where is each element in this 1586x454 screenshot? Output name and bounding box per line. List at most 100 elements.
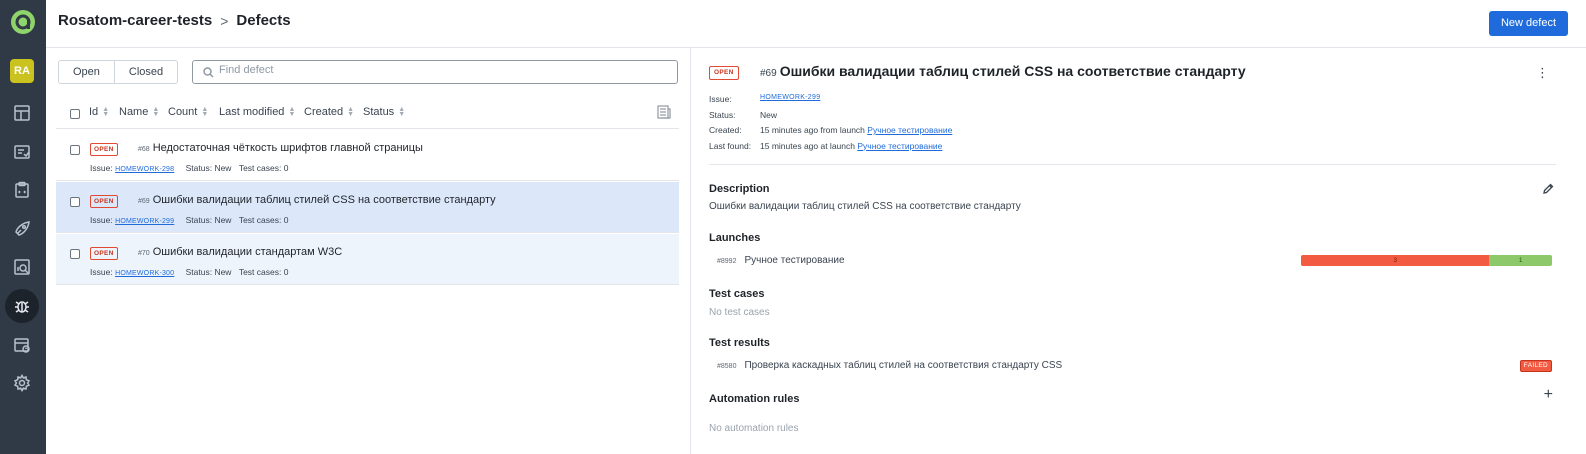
- prop-last-found-label: Last found:: [709, 140, 752, 151]
- page-title: Defects: [236, 12, 291, 29]
- sort-icon: ▲ ▼: [102, 106, 110, 118]
- description-title: Description: [709, 183, 770, 195]
- row-meta: Issue: HOMEWORK-299 Status: New Test cas…: [90, 215, 288, 225]
- test-cases-title: Test cases: [709, 288, 765, 300]
- defect-title: #69 Ошибки валидации таблиц стилей CSS на…: [760, 63, 1246, 79]
- sort-icon: ▲ ▼: [152, 106, 160, 118]
- table-row[interactable]: OPEN #68 Недостаточная чёткость шрифтов г…: [56, 130, 679, 181]
- sort-icon: ▲ ▼: [288, 106, 296, 118]
- row-test-cases: Test cases: 0: [238, 215, 289, 225]
- search-input[interactable]: [219, 64, 659, 76]
- status-badge: OPEN: [90, 247, 118, 260]
- test-result-name: Проверка каскадных таблиц стилей на соот…: [744, 360, 1063, 371]
- breadcrumb-project[interactable]: Rosatom-career-tests: [58, 12, 212, 29]
- select-all-checkbox[interactable]: [70, 109, 80, 119]
- row-meta: Issue: HOMEWORK-298 Status: New Test cas…: [90, 163, 288, 173]
- issue-link[interactable]: HOMEWORK-299: [760, 94, 820, 110]
- column-last-modified[interactable]: Last modified ▲ ▼: [219, 106, 295, 118]
- row-checkbox[interactable]: [70, 145, 80, 155]
- test-cases-icon[interactable]: [5, 173, 39, 207]
- launch-result-bar: 3 1: [1301, 255, 1552, 266]
- row-title[interactable]: #68 Недостаточная чёткость шрифтов главно…: [138, 142, 423, 154]
- status-badge: OPEN: [709, 66, 739, 80]
- more-actions-icon[interactable]: ⋮: [1536, 65, 1549, 81]
- filter-open-button[interactable]: Open: [59, 61, 114, 83]
- sort-icon: ▲ ▼: [347, 106, 355, 118]
- column-label: Last modified: [219, 106, 285, 118]
- breadcrumb: Rosatom-career-tests > Defects: [58, 12, 291, 29]
- issue-link[interactable]: HOMEWORK-300: [115, 270, 174, 277]
- row-test-cases: Test cases: 0: [238, 163, 289, 173]
- created-launch-link[interactable]: Ручное тестирование: [867, 125, 952, 141]
- sort-icon: ▲ ▼: [201, 106, 209, 118]
- table-header: Id ▲ ▼ Name ▲ ▼ Count ▲ ▼ Last modified ▲ ▼ Crea…: [56, 99, 679, 129]
- top-header: Rosatom-career-tests > Defects New defec…: [46, 0, 1586, 48]
- test-result-item[interactable]: #8580 Проверка каскадных таблиц стилей на…: [717, 360, 1062, 371]
- issue-link[interactable]: HOMEWORK-298: [115, 166, 174, 173]
- row-title[interactable]: #70 Ошибки валидации стандартам W3C: [138, 246, 342, 258]
- avatar[interactable]: RA: [10, 59, 34, 83]
- last-found-launch-link[interactable]: Ручное тестирование: [857, 141, 942, 157]
- new-defect-button[interactable]: New defect: [1488, 11, 1568, 36]
- storage-icon[interactable]: [5, 328, 39, 362]
- defect-id: #68: [138, 146, 150, 153]
- prop-status-label: Status:: [709, 109, 736, 120]
- row-meta: Issue: HOMEWORK-300 Status: New Test cas…: [90, 267, 288, 277]
- launch-item[interactable]: #8992 Ручное тестирование: [717, 255, 845, 266]
- analytics-icon[interactable]: [5, 250, 39, 284]
- prop-last-found-value: 15 minutes ago at launch: [760, 140, 855, 151]
- defects-icon[interactable]: [5, 289, 39, 323]
- defect-name: Ошибки валидации таблиц стилей CSS на со…: [779, 63, 1246, 79]
- table-row[interactable]: OPEN #69 Ошибки валидации таблиц стилей C…: [56, 182, 679, 233]
- search-box: [192, 60, 678, 84]
- row-checkbox[interactable]: [70, 197, 80, 207]
- issue-label: Issue:: [90, 267, 113, 277]
- column-status[interactable]: Status ▲ ▼: [363, 106, 405, 118]
- app-logo-icon[interactable]: [10, 9, 36, 35]
- defect-id: #69: [760, 68, 777, 79]
- edit-icon[interactable]: [1542, 183, 1554, 195]
- prop-created-value: 15 minutes ago from launch: [760, 125, 865, 135]
- pane-resize-handle[interactable]: [690, 48, 694, 454]
- sidebar: RA: [0, 0, 46, 454]
- column-count[interactable]: Count ▲ ▼: [168, 106, 208, 118]
- failed-badge: FAILED: [1519, 360, 1552, 372]
- issue-link[interactable]: HOMEWORK-299: [115, 218, 174, 225]
- defect-id: #69: [138, 198, 150, 205]
- dashboard-icon[interactable]: [5, 96, 39, 130]
- search-icon: [203, 67, 214, 78]
- column-id[interactable]: Id ▲ ▼: [89, 106, 109, 118]
- issue-label: Issue:: [90, 163, 113, 173]
- column-label: Count: [168, 106, 198, 118]
- table-row[interactable]: OPEN #70 Ошибки валидации стандартам W3C …: [56, 234, 679, 285]
- settings-icon[interactable]: [5, 366, 39, 400]
- column-label: Id: [89, 106, 99, 118]
- test-cases-empty: No test cases: [709, 307, 770, 318]
- launch-name: Ручное тестирование: [744, 255, 845, 266]
- prop-created-label: Created:: [709, 125, 742, 135]
- issue-label: Issue:: [90, 215, 113, 225]
- row-test-cases: Test cases: 0: [238, 267, 289, 277]
- jobs-icon[interactable]: [5, 212, 39, 246]
- row-status: Status: New: [185, 267, 232, 277]
- filter-closed-button[interactable]: Closed: [113, 61, 177, 83]
- column-label: Status: [363, 106, 395, 118]
- automation-rules-empty: No automation rules: [709, 423, 799, 434]
- status-badge: OPEN: [90, 195, 118, 208]
- breadcrumb-separator: >: [220, 12, 229, 29]
- defects-list-pane: Open Closed Id▲▼ Name▲▼ Count▲▼ Last mod…: [56, 48, 679, 454]
- row-checkbox[interactable]: [70, 249, 80, 259]
- launches-icon[interactable]: [5, 135, 39, 169]
- export-icon[interactable]: [657, 105, 671, 119]
- row-status: Status: New: [185, 215, 232, 225]
- defect-name: Ошибки валидации таблиц стилей CSS на со…: [152, 194, 496, 206]
- column-name[interactable]: Name ▲ ▼: [119, 106, 159, 118]
- add-rule-icon[interactable]: +: [1544, 387, 1553, 403]
- passed-segment: 1: [1489, 255, 1552, 266]
- column-created[interactable]: Created ▲ ▼: [304, 106, 354, 118]
- row-status: Status: New: [185, 163, 232, 173]
- sort-icon: ▲ ▼: [398, 106, 406, 118]
- defect-name: Ошибки валидации стандартам W3C: [152, 246, 343, 258]
- row-title[interactable]: #69 Ошибки валидации таблиц стилей CSS на…: [138, 194, 496, 206]
- defect-detail-pane: OPEN #69 Ошибки валидации таблиц стилей C…: [696, 48, 1586, 454]
